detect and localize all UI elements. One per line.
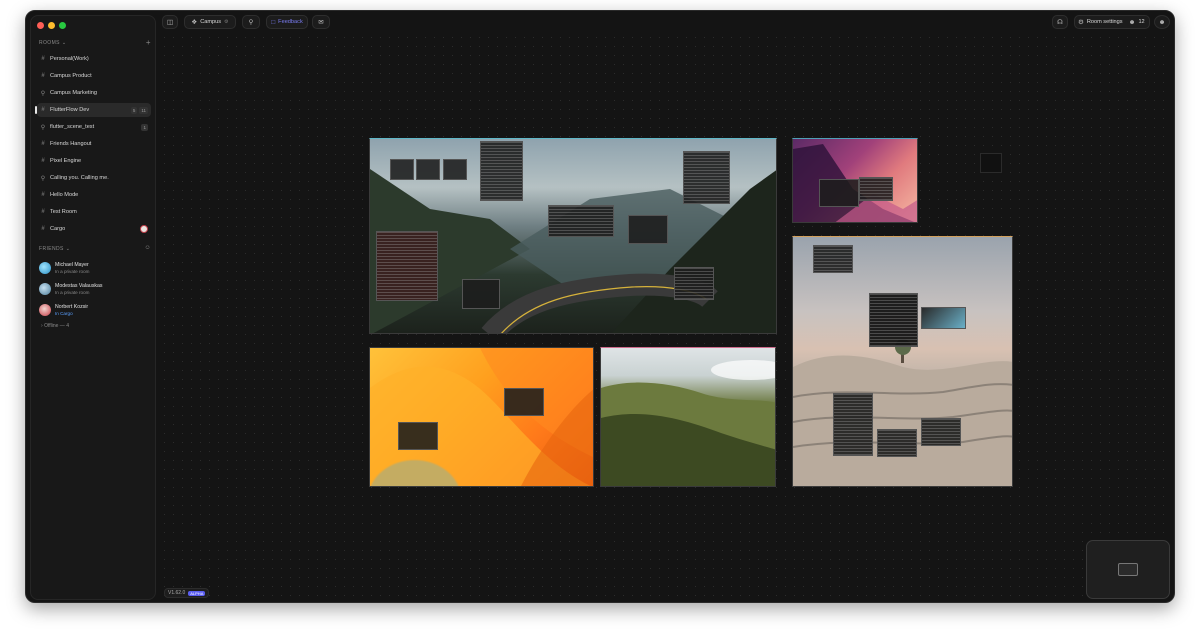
shared-screen-rock-formation[interactable] xyxy=(792,236,1013,487)
app-window-thumbnail xyxy=(819,179,859,207)
shared-screen-purple-mountains[interactable] xyxy=(792,138,918,223)
friend-item-norbert-kozsir[interactable]: Norbert Kozsir In Cargo xyxy=(39,302,149,318)
sidebar-item-test-room[interactable]: # Test Room xyxy=(37,205,151,219)
lock-icon: ⚲ xyxy=(40,90,46,97)
hash-icon: # xyxy=(41,73,45,79)
friend-item-modestas-valauskas[interactable]: Modestas Valauskas In a private room xyxy=(39,281,149,297)
hash-icon: # xyxy=(41,209,45,215)
app-window-thumbnail xyxy=(480,141,523,201)
sidebar-item-flutterflow-dev[interactable]: # FlutterFlow Dev 5 11 xyxy=(35,103,151,117)
canvas-minimap[interactable] xyxy=(1086,540,1170,599)
shared-screen-green-hills[interactable] xyxy=(600,347,776,487)
search-icon: ⚲ xyxy=(248,19,254,26)
headphones-icon: ☊ xyxy=(1057,19,1063,26)
hash-icon: # xyxy=(41,107,45,113)
campus-logo-icon: ❖ xyxy=(191,19,198,26)
sidebar-item-pixel-engine[interactable]: # Pixel Engine xyxy=(37,154,151,168)
close-window-button[interactable] xyxy=(37,22,44,29)
room-settings-button[interactable]: ⚙ Room settings ☻ 12 xyxy=(1074,15,1150,29)
friends-section-header[interactable]: FRIENDS ⌄ ☺ xyxy=(39,245,151,252)
participant-count-badge: 1 xyxy=(141,123,148,131)
rooms-section-header[interactable]: ROOMS ⌄ + xyxy=(39,38,151,47)
hash-icon: # xyxy=(41,192,45,198)
app-window-thumbnail xyxy=(833,393,873,456)
app-window-thumbnail xyxy=(504,388,544,416)
users-icon: ☻ xyxy=(1128,18,1136,26)
screen-count-badge: 5 xyxy=(130,106,138,114)
app-window-thumbnail xyxy=(390,159,414,180)
wallpaper-illustration xyxy=(601,360,775,486)
inbox-button[interactable]: ✉ xyxy=(312,15,330,29)
hash-icon: # xyxy=(41,226,45,232)
room-selector[interactable]: ❖ Campus ⚙ xyxy=(184,15,236,29)
user-avatar-button[interactable]: ☻ xyxy=(1154,15,1170,29)
sidebar-item-calling-you[interactable]: ⚲ Calling you. Calling me. xyxy=(37,171,151,185)
offline-friends-toggle[interactable]: › Offline — 4 xyxy=(41,323,69,329)
inbox-icon: ✉ xyxy=(318,19,324,26)
sidebar-item-friends-hangout[interactable]: # Friends Hangout xyxy=(37,137,151,151)
wallpaper-illustration xyxy=(370,348,593,486)
floating-window-thumbnail[interactable] xyxy=(980,153,1002,173)
hash-icon: # xyxy=(41,141,45,147)
add-friend-button[interactable]: ☺ xyxy=(144,245,151,251)
toggle-sidebar-button[interactable]: ◫ xyxy=(162,15,178,29)
app-window-thumbnail xyxy=(683,151,730,204)
app-window-thumbnail xyxy=(628,215,668,244)
hash-icon: # xyxy=(41,56,45,62)
search-button[interactable]: ⚲ xyxy=(242,15,260,29)
app-window-thumbnail xyxy=(859,177,893,201)
app-window-thumbnail xyxy=(548,205,614,237)
hash-icon: # xyxy=(41,158,45,164)
sidebar-icon: ◫ xyxy=(166,19,174,26)
room-canvas[interactable] xyxy=(160,33,1172,601)
sidebar-item-flutter-scene-test[interactable]: ⚲ flutter_scene_test 1 xyxy=(37,120,151,134)
zoom-window-button[interactable] xyxy=(59,22,66,29)
avatar xyxy=(39,283,51,295)
room-badges: 5 11 xyxy=(130,106,148,114)
version-badge: V1.62.0 ALPHA xyxy=(164,588,210,598)
feedback-button[interactable]: □ Feedback xyxy=(266,15,308,29)
avatar xyxy=(140,225,148,233)
add-room-button[interactable]: + xyxy=(146,38,151,47)
chevron-down-icon: ⌄ xyxy=(61,40,67,46)
room-badges: 1 xyxy=(141,123,148,131)
settings-icon: ⚙ xyxy=(224,19,229,25)
sidebar: ROOMS ⌄ + # Personal(Work) # Campus Prod… xyxy=(30,15,156,600)
shared-screen-mountain-road[interactable] xyxy=(369,138,777,334)
sidebar-item-campus-marketing[interactable]: ⚲ Campus Marketing xyxy=(37,86,151,100)
app-window-thumbnail xyxy=(376,231,438,301)
audio-button[interactable]: ☊ xyxy=(1052,15,1068,29)
app-window-thumbnail xyxy=(674,267,714,300)
app-window-thumbnail xyxy=(443,159,467,180)
chevron-right-icon: › xyxy=(41,323,43,329)
gear-icon: ⚙ xyxy=(1078,19,1084,26)
chevron-down-icon: ⌄ xyxy=(65,246,71,252)
app-window-thumbnail xyxy=(462,279,500,309)
sidebar-item-hello-mode[interactable]: # Hello Mode xyxy=(37,188,151,202)
participant-count-badge: 11 xyxy=(139,106,148,114)
sidebar-item-cargo[interactable]: # Cargo xyxy=(37,222,151,236)
sidebar-item-campus-product[interactable]: # Campus Product xyxy=(37,69,151,83)
avatar: ☻ xyxy=(1158,18,1166,26)
shared-screen-orange-waves[interactable] xyxy=(369,347,594,487)
app-window-thumbnail xyxy=(869,293,918,347)
app-window: ROOMS ⌄ + # Personal(Work) # Campus Prod… xyxy=(25,10,1175,603)
lock-icon: ⚲ xyxy=(40,124,46,131)
lock-icon: ⚲ xyxy=(40,175,46,182)
app-window-thumbnail xyxy=(921,418,961,446)
app-window-thumbnail xyxy=(416,159,440,180)
avatar xyxy=(39,262,51,274)
sidebar-item-personal-work[interactable]: # Personal(Work) xyxy=(37,52,151,66)
app-window-thumbnail xyxy=(921,307,966,329)
window-controls xyxy=(37,22,66,29)
minimize-window-button[interactable] xyxy=(48,22,55,29)
avatar xyxy=(39,304,51,316)
chat-icon: □ xyxy=(271,18,276,26)
app-window-thumbnail xyxy=(813,245,853,273)
app-window-thumbnail xyxy=(398,422,438,450)
friend-item-michael-mayer[interactable]: Michael Mayer In a private room xyxy=(39,260,149,276)
app-window-thumbnail xyxy=(877,429,917,457)
viewport-indicator[interactable] xyxy=(1118,563,1138,576)
